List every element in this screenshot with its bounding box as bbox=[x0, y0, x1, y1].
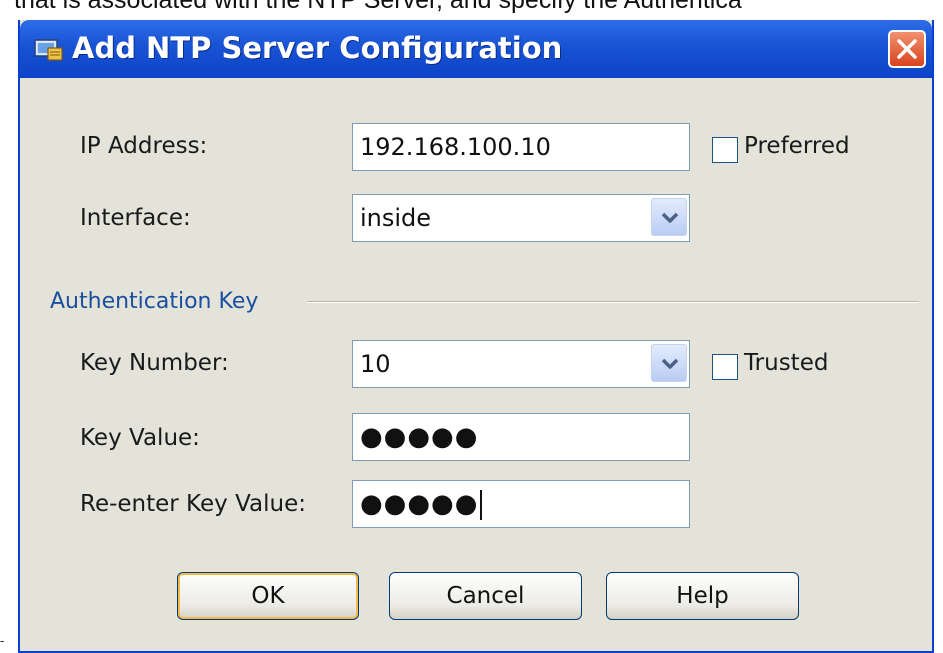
trusted-label: Trusted bbox=[744, 350, 829, 376]
ip-address-label: IP Address: bbox=[80, 133, 208, 159]
reenter-key-value-label: Re-enter Key Value: bbox=[80, 491, 306, 517]
ok-button[interactable]: OK bbox=[177, 572, 359, 620]
chevron-down-icon bbox=[661, 212, 679, 223]
trusted-checkbox[interactable] bbox=[712, 354, 738, 380]
interface-dropdown-button[interactable] bbox=[651, 198, 687, 236]
interface-label: Interface: bbox=[80, 205, 191, 231]
interface-selected-value: inside bbox=[360, 204, 432, 232]
close-icon bbox=[897, 39, 917, 59]
network-config-icon bbox=[34, 36, 64, 62]
chevron-down-icon bbox=[661, 358, 679, 369]
ip-address-input[interactable]: 192.168.100.10 bbox=[352, 123, 690, 171]
close-button[interactable] bbox=[888, 30, 926, 68]
text-caret bbox=[480, 489, 483, 520]
dialog-title: Add NTP Server Configuration bbox=[72, 31, 563, 65]
preferred-label: Preferred bbox=[744, 133, 850, 159]
interface-select[interactable]: inside bbox=[352, 194, 690, 242]
reenter-key-value-masked: ●●●●● bbox=[360, 489, 479, 519]
authentication-key-group-label: Authentication Key bbox=[50, 289, 259, 314]
key-number-selected-value: 10 bbox=[360, 350, 391, 378]
group-divider bbox=[307, 301, 919, 303]
background-document-text: that is associated with the NTP Server, … bbox=[14, 0, 742, 14]
key-number-select[interactable]: 10 bbox=[352, 340, 690, 388]
key-number-label: Key Number: bbox=[80, 350, 229, 376]
cancel-button[interactable]: Cancel bbox=[389, 572, 582, 620]
key-value-masked: ●●●●● bbox=[360, 422, 479, 452]
key-number-dropdown-button[interactable] bbox=[651, 344, 687, 382]
help-button[interactable]: Help bbox=[606, 572, 799, 620]
key-value-input[interactable]: ●●●●● bbox=[352, 413, 690, 461]
preferred-checkbox[interactable] bbox=[712, 137, 738, 163]
title-bar[interactable]: Add NTP Server Configuration bbox=[20, 20, 932, 78]
key-value-label: Key Value: bbox=[80, 425, 200, 451]
add-ntp-server-dialog: Add NTP Server Configuration IP Address:… bbox=[18, 20, 934, 653]
stray-mark: - bbox=[0, 634, 5, 648]
reenter-key-value-input[interactable]: ●●●●● bbox=[352, 480, 690, 528]
